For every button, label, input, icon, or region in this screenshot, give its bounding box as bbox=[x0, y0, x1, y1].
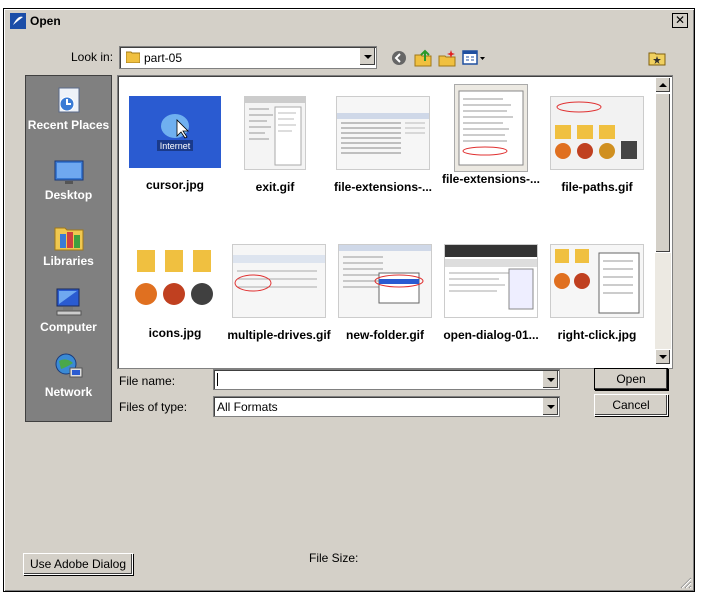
desktop-icon bbox=[54, 160, 83, 184]
file-thumbnail bbox=[454, 84, 528, 172]
file-item[interactable]: file-extensions-... bbox=[330, 96, 436, 194]
place-recent-places[interactable]: Recent Places bbox=[26, 84, 111, 132]
cancel-button[interactable]: Cancel bbox=[594, 394, 668, 416]
title-bar: Open ✕ bbox=[8, 12, 690, 30]
file-name: right-click.jpg bbox=[557, 328, 637, 342]
text-cursor bbox=[217, 373, 218, 386]
look-in-value: part-05 bbox=[144, 51, 183, 65]
file-name: open-dialog-01... bbox=[443, 328, 539, 342]
folder-icon bbox=[126, 51, 140, 63]
recent-places-icon bbox=[58, 87, 79, 113]
file-item[interactable]: open-dialog-01... bbox=[438, 244, 544, 342]
file-item[interactable]: file-extensions-... bbox=[438, 84, 544, 186]
back-icon[interactable] bbox=[390, 49, 408, 67]
file-item[interactable]: right-click.jpg bbox=[544, 244, 650, 342]
file-thumbnail bbox=[444, 244, 538, 318]
file-thumbnail bbox=[336, 96, 430, 170]
place-network[interactable]: Network bbox=[26, 351, 111, 399]
network-icon bbox=[55, 353, 82, 378]
file-name: file-extensions-... bbox=[333, 180, 433, 194]
file-item[interactable]: Internet cursor.jpg bbox=[122, 96, 228, 192]
file-thumbnail bbox=[338, 244, 432, 318]
file-thumbnail bbox=[244, 96, 306, 170]
window-title: Open bbox=[30, 14, 61, 28]
file-name: cursor.jpg bbox=[145, 178, 204, 192]
file-thumbnail bbox=[129, 244, 221, 316]
place-desktop[interactable]: Desktop bbox=[26, 158, 111, 202]
libraries-icon bbox=[54, 227, 83, 251]
file-name: file-paths.gif bbox=[561, 180, 633, 194]
file-item[interactable]: file-paths.gif bbox=[544, 96, 650, 194]
cursor-preview bbox=[129, 96, 221, 168]
vertical-scrollbar[interactable] bbox=[655, 77, 671, 365]
file-name: file-extensions-... bbox=[441, 172, 541, 186]
close-button[interactable]: ✕ bbox=[672, 13, 688, 28]
chevron-down-icon[interactable] bbox=[542, 371, 558, 388]
up-folder-icon[interactable] bbox=[414, 49, 432, 67]
chevron-down-icon[interactable] bbox=[359, 48, 375, 65]
place-computer[interactable]: Computer bbox=[26, 286, 111, 334]
file-thumbnail bbox=[550, 244, 644, 318]
open-dialog: Open ✕ Look in: part-05 Recent Places De… bbox=[3, 8, 695, 592]
file-name: multiple-drives.gif bbox=[227, 328, 331, 342]
file-item[interactable]: exit.gif bbox=[222, 96, 328, 194]
file-item[interactable]: new-folder.gif bbox=[332, 244, 438, 342]
scroll-thumb[interactable] bbox=[655, 93, 671, 253]
file-name-input[interactable] bbox=[213, 369, 560, 390]
file-thumbnail bbox=[232, 244, 326, 318]
file-thumbnail: Internet bbox=[129, 96, 221, 168]
file-thumbnail bbox=[550, 96, 644, 170]
app-icon bbox=[10, 13, 26, 29]
favorites-folder-icon[interactable] bbox=[648, 49, 666, 67]
file-name-label: File name: bbox=[119, 374, 176, 388]
look-in-label: Look in: bbox=[71, 50, 114, 64]
file-item[interactable]: icons.jpg bbox=[122, 244, 228, 340]
chevron-down-icon bbox=[659, 355, 667, 359]
computer-icon bbox=[56, 288, 81, 316]
files-of-type-dropdown[interactable]: All Formats bbox=[213, 396, 560, 417]
file-list-view[interactable]: Internet cursor.jpg exit.gif file-extens… bbox=[117, 75, 673, 369]
use-adobe-dialog-button[interactable]: Use Adobe Dialog bbox=[23, 553, 133, 575]
files-of-type-label: Files of type: bbox=[119, 400, 188, 414]
look-in-dropdown[interactable]: part-05 bbox=[119, 46, 377, 69]
scroll-up-button[interactable] bbox=[655, 77, 671, 93]
file-size-label: File Size: bbox=[309, 551, 359, 565]
file-name: new-folder.gif bbox=[346, 328, 424, 342]
place-libraries[interactable]: Libraries bbox=[26, 222, 111, 268]
file-name: exit.gif bbox=[255, 180, 295, 194]
file-item[interactable]: multiple-drives.gif bbox=[226, 244, 332, 342]
new-folder-icon[interactable] bbox=[438, 49, 456, 67]
open-button[interactable]: Open bbox=[594, 368, 668, 390]
view-menu-icon[interactable] bbox=[462, 49, 486, 67]
file-name: icons.jpg bbox=[148, 326, 202, 340]
chevron-up-icon bbox=[659, 83, 667, 87]
places-sidebar: Recent Places Desktop Libraries Computer… bbox=[25, 75, 112, 422]
chevron-down-icon[interactable] bbox=[542, 398, 558, 415]
resize-grip-icon[interactable] bbox=[680, 577, 692, 589]
thumbnail-caption: Internet bbox=[159, 141, 191, 151]
scroll-down-button[interactable] bbox=[655, 349, 671, 365]
